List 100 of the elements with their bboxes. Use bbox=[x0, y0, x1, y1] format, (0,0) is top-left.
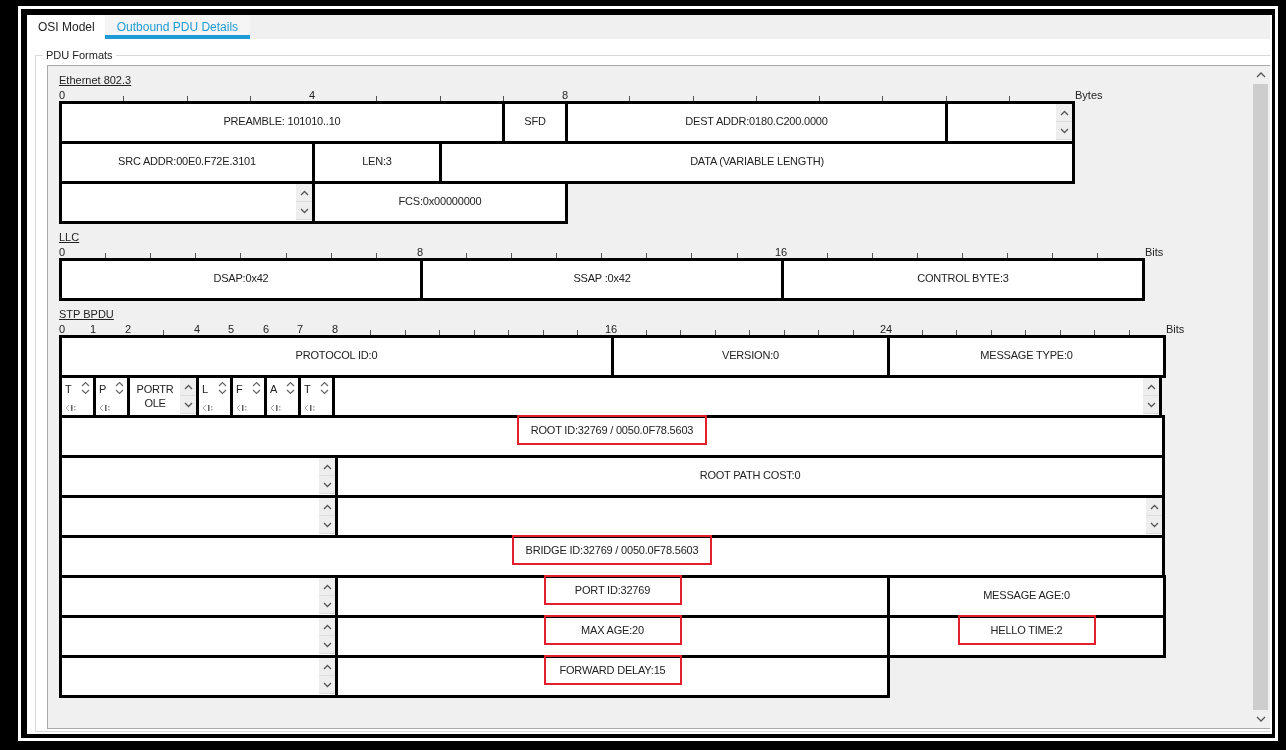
field-label: BRIDGE ID:32769 / 0050.0F78.5603 bbox=[511, 535, 713, 565]
ruler-label: 0 bbox=[59, 246, 66, 258]
spin-arrows-icon[interactable] bbox=[81, 381, 90, 395]
scroll-up-button[interactable] bbox=[296, 184, 312, 202]
scroll-up-button[interactable] bbox=[180, 378, 196, 396]
scroll-up-button[interactable] bbox=[1143, 378, 1159, 396]
ruler-label: 5 bbox=[227, 323, 235, 335]
field-label: SFD bbox=[523, 114, 547, 129]
chevron-down-icon bbox=[322, 601, 332, 608]
ruler-unit: Bits bbox=[1145, 246, 1164, 260]
field-label: ROOT PATH COST:0 bbox=[698, 468, 802, 483]
scroll-down-button[interactable] bbox=[180, 396, 196, 414]
flag-label: T bbox=[304, 383, 311, 395]
field-label: MAX AGE:20 bbox=[543, 615, 682, 645]
scroll-up-button[interactable] bbox=[319, 658, 335, 676]
spin-arrows-icon[interactable] bbox=[252, 381, 261, 395]
scroll-down-button[interactable] bbox=[319, 676, 335, 694]
scroll-handle-icon bbox=[65, 404, 77, 412]
scroll-up-button[interactable] bbox=[1146, 498, 1162, 516]
scroll-up-button[interactable] bbox=[319, 578, 335, 596]
spin-arrows-icon[interactable] bbox=[115, 381, 124, 395]
ruler-label: 7 bbox=[296, 323, 304, 335]
field-label: SRC ADDR:00E0.F72E.3101 bbox=[117, 154, 257, 169]
group-title: PDU Formats bbox=[45, 49, 114, 61]
field-label: ROOT ID:32769 / 0050.0F78.5603 bbox=[516, 415, 708, 445]
chevron-down-icon bbox=[1059, 127, 1069, 134]
spin-arrows-icon[interactable] bbox=[320, 381, 329, 395]
chevron-down-icon bbox=[1149, 521, 1159, 528]
scroll-up-button[interactable] bbox=[319, 458, 335, 476]
chevron-up-icon bbox=[322, 463, 332, 470]
scroll-up-button[interactable] bbox=[319, 498, 335, 516]
flag-label: F bbox=[236, 383, 243, 395]
ruler-label: 8 bbox=[331, 323, 339, 335]
flag-label: A bbox=[270, 383, 278, 395]
scroll-handle-icon bbox=[202, 404, 214, 412]
ruler-label: 8 bbox=[416, 246, 424, 258]
field-label: FORWARD DELAY:15 bbox=[543, 655, 682, 685]
chevron-up-icon bbox=[322, 583, 332, 590]
field-label: HELLO TIME:2 bbox=[957, 615, 1096, 645]
scroll-down-button[interactable] bbox=[319, 516, 335, 534]
scroll-up-button[interactable] bbox=[1056, 104, 1072, 122]
ruler-unit: Bits bbox=[1166, 323, 1185, 337]
scroll-up-button[interactable] bbox=[319, 618, 335, 636]
ruler-label: 16 bbox=[774, 246, 788, 258]
section-title: Ethernet 802.3 bbox=[59, 74, 133, 87]
field-label: MESSAGE AGE:0 bbox=[982, 588, 1071, 603]
field-label: VERSION:0 bbox=[721, 348, 780, 363]
section-title: STP BPDU bbox=[59, 308, 115, 321]
chevron-down-icon bbox=[322, 641, 332, 648]
chevron-up-icon bbox=[322, 503, 332, 510]
scroll-down-button[interactable] bbox=[1146, 516, 1162, 534]
flag-label: L bbox=[202, 383, 209, 395]
chevron-up-icon bbox=[183, 383, 193, 390]
scroll-handle-icon bbox=[99, 404, 111, 412]
chevron-up-icon bbox=[1146, 383, 1156, 390]
scroll-down-button[interactable] bbox=[319, 596, 335, 614]
field-label: MESSAGE TYPE:0 bbox=[979, 348, 1074, 363]
scroll-handle-icon bbox=[236, 404, 248, 412]
chevron-up-icon bbox=[322, 663, 332, 670]
flag-label: T bbox=[65, 383, 72, 395]
chevron-up-icon bbox=[299, 189, 309, 196]
section-title: LLC bbox=[59, 231, 81, 244]
chevron-up-icon bbox=[1059, 109, 1069, 116]
scroll-down-button[interactable] bbox=[319, 636, 335, 654]
field-label: SSAP :0x42 bbox=[572, 271, 632, 286]
ruler-label: 1 bbox=[89, 323, 97, 335]
field-label: PREAMBLE: 101010..10 bbox=[222, 114, 342, 129]
ruler-label: 0 bbox=[59, 89, 66, 101]
chevron-down-icon bbox=[322, 481, 332, 488]
scroll-down-button[interactable] bbox=[296, 202, 312, 220]
flag-label: PORTROLE bbox=[135, 382, 175, 410]
field-label: PROTOCOL ID:0 bbox=[294, 348, 379, 363]
chevron-down-icon bbox=[322, 521, 332, 528]
scrollbar-thumb[interactable] bbox=[1253, 84, 1268, 710]
scroll-down-button[interactable] bbox=[1056, 122, 1072, 140]
scroll-handle-icon bbox=[270, 404, 282, 412]
flag-label: P bbox=[99, 383, 107, 395]
ruler-label: 2 bbox=[124, 323, 132, 335]
ruler-label: 6 bbox=[262, 323, 270, 335]
scroll-down-button[interactable] bbox=[1143, 396, 1159, 414]
chevron-down-icon bbox=[1146, 401, 1156, 408]
chevron-down-icon bbox=[299, 207, 309, 214]
chevron-up-icon bbox=[1149, 503, 1159, 510]
ruler-label: 16 bbox=[604, 323, 618, 335]
ruler-label: 0 bbox=[59, 323, 66, 335]
scroll-up-icon[interactable] bbox=[1255, 71, 1266, 78]
scroll-down-button[interactable] bbox=[319, 476, 335, 494]
field-label: PORT ID:32769 bbox=[543, 575, 682, 605]
chevron-down-icon bbox=[183, 401, 193, 408]
spin-arrows-icon[interactable] bbox=[218, 381, 227, 395]
field-label: CONTROL BYTE:3 bbox=[916, 271, 1010, 286]
spin-arrows-icon[interactable] bbox=[286, 381, 295, 395]
ruler-label: 4 bbox=[308, 89, 316, 101]
ruler-unit: Bytes bbox=[1075, 89, 1103, 103]
scroll-down-icon[interactable] bbox=[1255, 716, 1266, 723]
ruler-label: 24 bbox=[879, 323, 893, 335]
ruler-label: 8 bbox=[561, 89, 569, 101]
chevron-down-icon bbox=[322, 681, 332, 688]
field-label: DSAP:0x42 bbox=[212, 271, 270, 286]
field-label: DATA (VARIABLE LENGTH) bbox=[689, 154, 825, 169]
